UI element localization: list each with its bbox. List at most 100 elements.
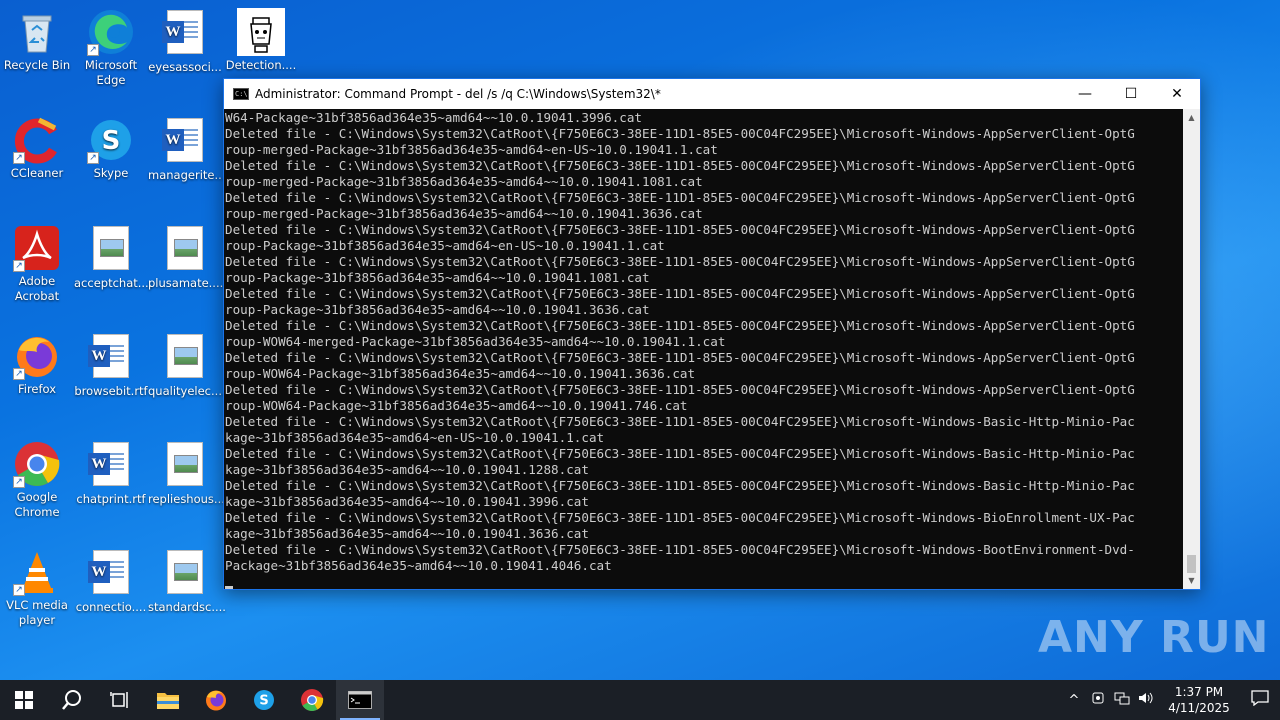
desktop-icon-browsebit[interactable]: W browsebit.rtf: [74, 332, 148, 399]
desktop-icon-label: Adobe Acrobat: [14, 274, 60, 303]
shortcut-arrow-icon: ↗: [87, 44, 99, 56]
command-prompt-window[interactable]: C:\ Administrator: Command Prompt - del …: [223, 78, 1201, 590]
scroll-down-arrow-icon[interactable]: ▼: [1183, 572, 1200, 589]
tray-overflow-chevron-icon[interactable]: ^: [1062, 693, 1086, 708]
word-document-icon: W: [87, 334, 135, 382]
desktop-icon-label: replieshous....: [148, 492, 229, 506]
shortcut-arrow-icon: ↗: [13, 476, 25, 488]
desktop-icon-label: Recycle Bin: [3, 58, 71, 72]
skype-icon: S: [254, 690, 274, 710]
clock-time: 1:37 PM: [1174, 685, 1224, 699]
search-button[interactable]: [48, 680, 96, 720]
taskbar-command-prompt[interactable]: [336, 680, 384, 720]
word-document-icon: W: [161, 118, 209, 166]
minimize-button[interactable]: —: [1062, 79, 1108, 109]
desktop-icon-label: acceptchat....: [74, 276, 153, 290]
recycle-bin-icon: [13, 8, 61, 56]
tray-app-icon[interactable]: [1086, 691, 1110, 709]
search-icon: [62, 690, 81, 710]
skype-icon: S ↗: [87, 116, 135, 164]
shortcut-arrow-icon: ↗: [13, 368, 25, 380]
scroll-up-arrow-icon[interactable]: ▲: [1183, 109, 1200, 126]
word-document-icon: W: [161, 10, 209, 58]
ccleaner-icon: ↗: [13, 116, 61, 164]
task-view-icon: [110, 692, 128, 708]
word-document-icon: W: [87, 442, 135, 490]
desktop-icon-recycle-bin[interactable]: Recycle Bin: [0, 8, 74, 73]
window-titlebar[interactable]: C:\ Administrator: Command Prompt - del …: [224, 79, 1200, 109]
detection-app-icon: [237, 8, 285, 56]
desktop-icon-plusamate[interactable]: plusamate....: [148, 224, 224, 291]
desktop-icon-acceptchat[interactable]: acceptchat....: [74, 224, 153, 291]
volume-icon[interactable]: [1134, 691, 1158, 709]
vlc-icon: ↗: [13, 548, 61, 596]
firefox-icon: [206, 690, 226, 711]
taskbar-clock[interactable]: 1:37 PM 4/11/2025: [1164, 684, 1234, 716]
shortcut-arrow-icon: ↗: [13, 584, 25, 596]
vertical-scrollbar[interactable]: ▲ ▼: [1183, 109, 1200, 589]
chrome-icon: [301, 689, 324, 711]
desktop-icon-replieshous[interactable]: replieshous....: [148, 440, 229, 507]
cmd-app-icon: C:\: [233, 88, 249, 100]
desktop-icon-qualityelec[interactable]: qualityelec....: [148, 332, 226, 399]
desktop-icon-ccleaner[interactable]: ↗ CCleaner: [0, 116, 74, 181]
shortcut-arrow-icon: ↗: [13, 152, 25, 164]
taskbar-file-explorer[interactable]: [144, 680, 192, 720]
image-file-icon: [161, 334, 209, 382]
taskbar-skype[interactable]: S: [240, 680, 288, 720]
window-title: Administrator: Command Prompt - del /s /…: [255, 87, 661, 101]
close-button[interactable]: ✕: [1154, 79, 1200, 109]
desktop-icon-label: CCleaner: [10, 166, 64, 180]
taskbar-firefox[interactable]: [192, 680, 240, 720]
image-file-icon: [161, 442, 209, 490]
text-cursor: [225, 586, 233, 589]
desktop-icon-label: managerite...: [148, 168, 226, 182]
desktop-icon-label: qualityelec....: [148, 384, 226, 398]
desktop-icon-managerite[interactable]: W managerite...: [148, 116, 226, 183]
network-icon[interactable]: [1110, 691, 1134, 709]
desktop-icon-google-chrome[interactable]: ↗ Google Chrome: [0, 440, 74, 520]
desktop-icon-label: Firefox: [17, 382, 57, 396]
console-area[interactable]: W64-Package~31bf3856ad364e35~amd64~~10.0…: [224, 109, 1200, 589]
start-button[interactable]: [0, 680, 48, 720]
desktop-icon-label: Skype: [93, 166, 129, 180]
desktop-icon-standardsc[interactable]: standardsc....: [148, 548, 226, 615]
taskbar: S ^ 1:37 PM 4/11/2025: [0, 680, 1280, 720]
chrome-icon: ↗: [13, 440, 61, 488]
task-view-button[interactable]: [96, 680, 144, 720]
console-output: W64-Package~31bf3856ad364e35~amd64~~10.0…: [225, 110, 1135, 573]
command-prompt-icon: [348, 691, 372, 709]
desktop-icon-connectio[interactable]: W connectio....: [74, 548, 148, 615]
desktop-icon-detection[interactable]: Detection....: [224, 8, 298, 73]
desktop-icon-label: Detection....: [225, 58, 297, 72]
desktop-icon-adobe-acrobat[interactable]: ↗ Adobe Acrobat: [0, 224, 74, 304]
notification-icon: [1251, 690, 1269, 707]
desktop-icon-label: connectio....: [75, 600, 147, 614]
scrollbar-thumb[interactable]: [1187, 555, 1196, 573]
svg-text:S: S: [259, 694, 268, 709]
firefox-icon: ↗: [13, 332, 61, 380]
desktop-icon-label: browsebit.rtf: [74, 384, 148, 398]
word-document-icon: W: [87, 550, 135, 598]
clock-date: 4/11/2025: [1168, 701, 1230, 715]
desktop-icon-eyesassoci[interactable]: W eyesassoci...: [148, 8, 222, 75]
maximize-button[interactable]: ☐: [1108, 79, 1154, 109]
desktop-icon-label: VLC media player: [6, 598, 68, 627]
windows-logo-icon: [15, 691, 33, 709]
svg-text:S: S: [102, 126, 121, 156]
desktop-icon-edge[interactable]: ↗ Microsoft Edge: [74, 8, 148, 88]
notification-center-button[interactable]: [1240, 690, 1280, 710]
anyrun-watermark: ANY RUN: [1038, 612, 1270, 663]
desktop-icon-vlc[interactable]: ↗ VLC media player: [0, 548, 74, 628]
image-file-icon: [87, 226, 135, 274]
edge-icon: ↗: [87, 8, 135, 56]
desktop-icon-label: plusamate....: [148, 276, 224, 290]
shortcut-arrow-icon: ↗: [13, 260, 25, 272]
image-file-icon: [161, 226, 209, 274]
acrobat-icon: ↗: [13, 224, 61, 272]
desktop-icon-label: Google Chrome: [14, 490, 60, 519]
desktop-icon-chatprint[interactable]: W chatprint.rtf: [74, 440, 148, 507]
desktop-icon-firefox[interactable]: ↗ Firefox: [0, 332, 74, 397]
taskbar-chrome[interactable]: [288, 680, 336, 720]
desktop-icon-skype[interactable]: S ↗ Skype: [74, 116, 148, 181]
